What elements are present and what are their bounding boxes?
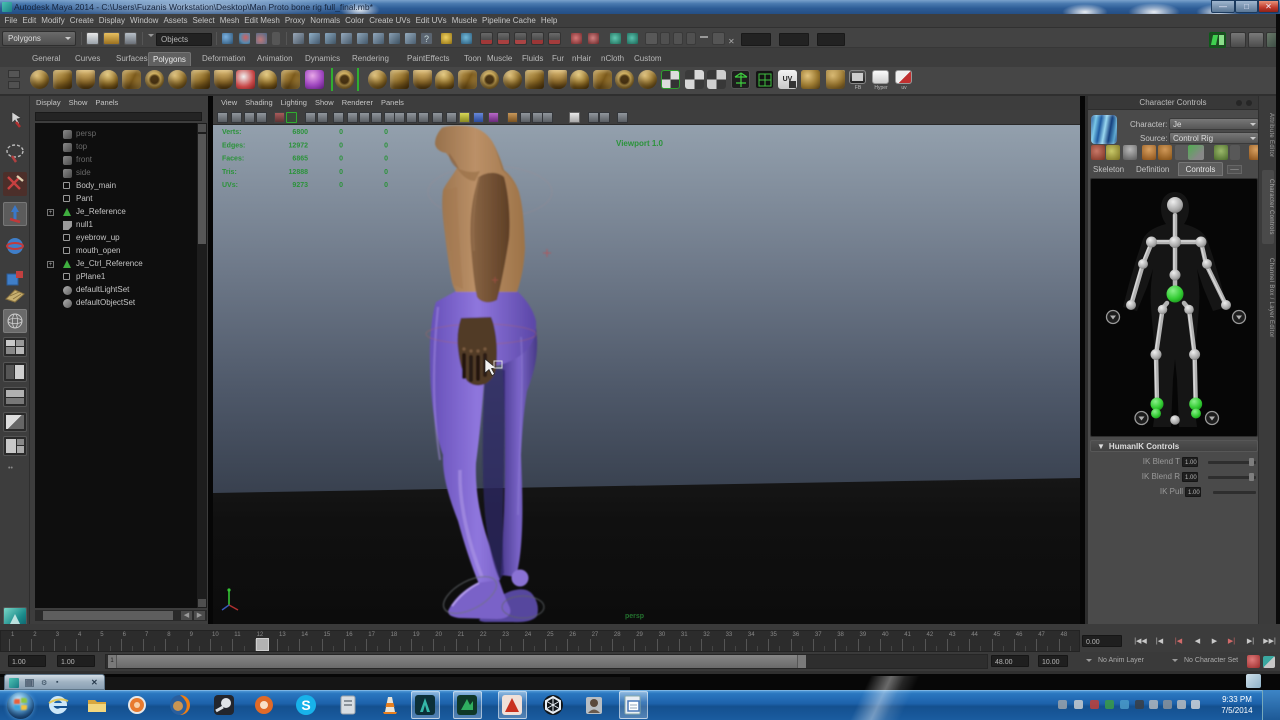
svg-text:0: 0 — [384, 182, 388, 189]
svg-text:6800: 6800 — [292, 129, 308, 136]
svg-text:0: 0 — [384, 143, 388, 150]
svg-text:Faces:: Faces: — [222, 156, 244, 163]
svg-text:0: 0 — [384, 156, 388, 163]
svg-text:0: 0 — [339, 182, 343, 189]
svg-text:Viewport 1.0: Viewport 1.0 — [616, 139, 664, 148]
svg-text:Edges:: Edges: — [222, 143, 245, 150]
svg-text:S: S — [301, 697, 310, 713]
svg-text:0: 0 — [339, 169, 343, 176]
svg-text:9273: 9273 — [292, 182, 308, 189]
svg-text:0: 0 — [339, 129, 343, 136]
svg-text:0: 0 — [339, 143, 343, 150]
svg-text:persp: persp — [625, 613, 644, 620]
svg-text:0: 0 — [384, 169, 388, 176]
svg-text:UVs:: UVs: — [222, 182, 238, 189]
svg-text:Verts:: Verts: — [222, 129, 241, 136]
svg-text:6865: 6865 — [292, 156, 308, 163]
svg-text:Tris:: Tris: — [222, 169, 237, 176]
svg-text:12888: 12888 — [289, 169, 309, 176]
svg-text:0: 0 — [339, 156, 343, 163]
svg-text:12972: 12972 — [289, 143, 309, 150]
svg-text:0: 0 — [384, 129, 388, 136]
